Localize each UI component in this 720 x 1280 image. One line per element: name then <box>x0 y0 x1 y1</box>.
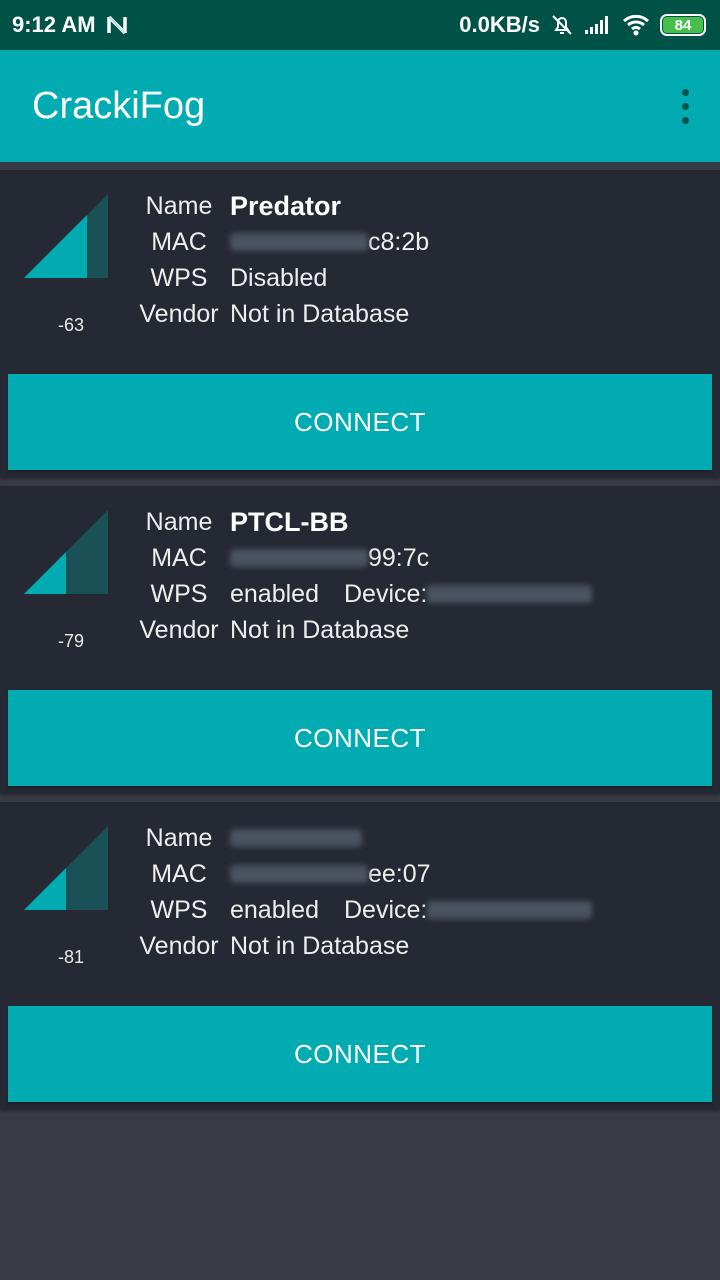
mac-label: MAC <box>151 227 207 256</box>
mac-value: c8:2b <box>230 228 429 257</box>
battery-icon: 84 <box>660 14 706 36</box>
wps-label: WPS <box>150 263 208 292</box>
mac-redacted <box>230 233 368 251</box>
wps-label: WPS <box>150 895 208 924</box>
network-card-3: -81 Name MAC ee:07 WPS enabled Device: V… <box>0 802 720 1109</box>
network-info: Name MAC ee:07 WPS enabled Device: Vendo… <box>136 820 593 964</box>
signal-strength-icon <box>24 826 108 910</box>
wps-value: enabled Device: <box>230 895 593 925</box>
network-name: Predator <box>230 190 342 221</box>
alarm-off-icon <box>550 13 574 37</box>
mac-suffix: c8:2b <box>368 227 430 256</box>
name-redacted <box>230 829 362 847</box>
device-label: Device: <box>343 895 428 924</box>
name-label: Name <box>145 507 213 536</box>
network-card-1: -63 Name Predator MAC c8:2b WPS Disabled <box>0 170 720 477</box>
connect-button[interactable]: CONNECT <box>8 690 712 786</box>
more-vert-icon[interactable] <box>680 88 690 124</box>
name-label: Name <box>145 823 213 852</box>
mac-label: MAC <box>151 543 207 572</box>
mac-suffix: ee:07 <box>368 859 431 888</box>
device-redacted <box>427 901 593 919</box>
mac-redacted <box>230 549 368 567</box>
vendor-label: Vendor <box>139 299 219 328</box>
device-redacted <box>427 585 593 603</box>
network-speed: 0.0KB/s <box>459 12 540 37</box>
app-title: CrackiFog <box>32 84 206 127</box>
wps-status: enabled <box>230 579 319 608</box>
app-bar: CrackiFog <box>0 50 720 162</box>
network-name <box>230 829 362 847</box>
wps-status: enabled <box>230 895 319 924</box>
rssi-value: -79 <box>57 631 84 651</box>
network-name: PTCL-BB <box>230 506 349 537</box>
vendor-label: Vendor <box>139 931 219 960</box>
mac-suffix: 99:7c <box>368 543 430 572</box>
device-label: Device: <box>343 579 428 608</box>
mac-redacted <box>230 865 368 883</box>
notification-n-icon <box>106 14 128 36</box>
vendor-value: Not in Database <box>230 299 410 328</box>
network-info: Name PTCL-BB MAC 99:7c WPS enabled Devic… <box>136 504 593 648</box>
cell-signal-icon <box>584 15 612 35</box>
name-label: Name <box>145 191 213 220</box>
rssi-value: -63 <box>57 315 84 335</box>
wifi-icon <box>622 14 650 36</box>
connect-button[interactable]: CONNECT <box>8 1006 712 1102</box>
battery-level: 84 <box>663 17 703 34</box>
network-card-2: -79 Name PTCL-BB MAC 99:7c WPS enabled D… <box>0 486 720 793</box>
wps-value: enabled Device: <box>230 579 593 609</box>
status-bar: 9:12 AM 0.0KB/s 84 <box>0 0 720 50</box>
wps-value: Disabled <box>230 264 327 293</box>
mac-value: 99:7c <box>230 544 429 573</box>
signal-strength-icon <box>24 510 108 594</box>
mac-value: ee:07 <box>230 860 431 889</box>
wps-status: Disabled <box>230 263 328 292</box>
connect-button[interactable]: CONNECT <box>8 374 712 470</box>
network-info: Name Predator MAC c8:2b WPS Disabled Ven… <box>136 188 429 332</box>
vendor-value: Not in Database <box>230 931 410 960</box>
vendor-value: Not in Database <box>230 615 410 644</box>
wps-label: WPS <box>150 579 208 608</box>
rssi-value: -81 <box>57 947 84 967</box>
signal-strength-icon <box>24 194 108 278</box>
vendor-label: Vendor <box>139 615 219 644</box>
mac-label: MAC <box>151 859 207 888</box>
status-time: 9:12 AM <box>12 12 96 37</box>
